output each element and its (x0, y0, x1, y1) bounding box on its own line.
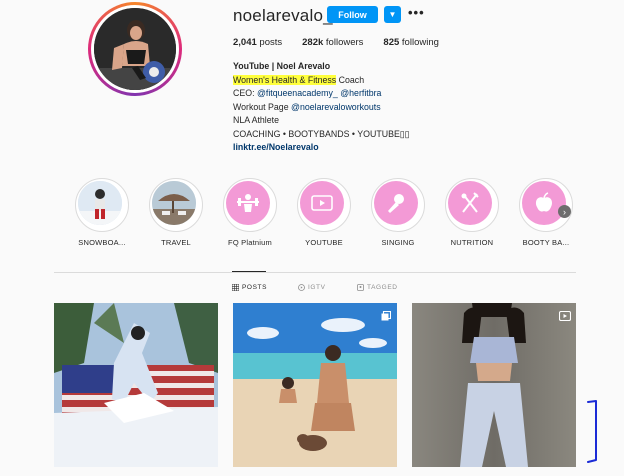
active-tab-indicator (232, 271, 266, 272)
bio-link[interactable]: linktr.ee/Noelarevalo (233, 141, 410, 155)
tabs-divider (54, 272, 576, 273)
followers-stat[interactable]: 282k followers (302, 37, 363, 48)
beach-photo-icon (233, 303, 397, 467)
bio-line-1: Women's Health & Fitness Coach (233, 74, 365, 85)
highlight-label: YOUTUBE (305, 238, 343, 247)
post-thumbnail[interactable] (412, 303, 576, 467)
mention-link[interactable]: @herfitbra (340, 88, 381, 98)
carousel-icon (381, 308, 392, 326)
outfit-photo-icon (412, 303, 576, 467)
highlight-booty-bands[interactable]: BOOTY BA... (509, 178, 583, 247)
pen-annotation-bracket (586, 400, 606, 469)
tab-label: POSTS (242, 284, 268, 291)
profile-avatar[interactable] (88, 2, 182, 96)
video-icon (558, 308, 572, 326)
tab-tagged[interactable]: TAGGED (357, 284, 398, 291)
highlight-label: TRAVEL (161, 238, 191, 247)
tab-igtv[interactable]: IGTV (298, 284, 326, 291)
highlight-label: SINGING (381, 238, 415, 247)
microphone-icon (388, 194, 404, 213)
tab-label: IGTV (308, 284, 326, 291)
barbell-icon (237, 194, 259, 212)
highlight-label: BOOTY BA... (522, 238, 570, 247)
tab-posts[interactable]: POSTS (232, 284, 267, 291)
mention-link[interactable]: @fitqueenacademy_ (257, 88, 338, 98)
post-thumbnail[interactable] (233, 303, 397, 467)
grid-icon (232, 284, 239, 291)
highlight-singing[interactable]: SINGING (361, 178, 435, 247)
snow-flag-photo-icon (54, 303, 218, 467)
bio-line-3: Workout Page @noelarevaloworkouts (233, 101, 381, 112)
mention-link[interactable]: @noelarevaloworkouts (291, 102, 381, 112)
bio-line-5: COACHING • BOOTYBANDS • YOUTUBE▯▯ (233, 128, 410, 139)
chevron-down-icon[interactable]: ▼ (384, 6, 401, 23)
apple-icon (535, 192, 553, 212)
post-thumbnail[interactable] (54, 303, 218, 467)
tag-icon (357, 284, 364, 291)
video-icon (311, 195, 333, 211)
highlight-label: NUTRITION (450, 238, 494, 247)
highlight-youtube[interactable]: YOUTUBE (287, 178, 361, 247)
highlight-fq-platnium[interactable]: FQ Platnium (213, 178, 287, 247)
bio-name: YouTube | Noel Arevalo (233, 61, 331, 71)
more-options-icon[interactable]: ••• (408, 5, 425, 20)
tab-label: TAGGED (367, 284, 398, 291)
bio-line-2: CEO: @fitqueenacademy_ @herfitbra (233, 88, 382, 98)
bio-highlighted-text: Women's Health & Fitness (233, 74, 337, 85)
chevron-right-icon[interactable]: › (558, 205, 571, 218)
highlight-nutrition[interactable]: NUTRITION (435, 178, 509, 247)
profile-bio: YouTube | Noel Arevalo Women's Health & … (233, 60, 410, 155)
following-stat[interactable]: 825 following (383, 37, 438, 48)
posts-stat: 2,041 posts (233, 37, 283, 48)
utensils-icon (461, 192, 479, 213)
highlight-label: FQ Platnium (228, 238, 272, 247)
highlight-label: SNOWBOA... (78, 238, 126, 247)
highlight-travel[interactable]: TRAVEL (139, 178, 213, 247)
profile-username: noelarevalo_ (233, 6, 333, 25)
profile-stats: 2,041 posts 282k followers 825 following (233, 37, 459, 48)
bio-line-4: NLA Athlete (233, 115, 279, 125)
travel-photo-icon (152, 181, 196, 225)
highlight-snowboarding[interactable]: SNOWBOA... (65, 178, 139, 247)
igtv-icon (298, 284, 305, 291)
snowboard-photo-icon (78, 181, 122, 225)
follow-button[interactable]: Follow (327, 6, 378, 23)
